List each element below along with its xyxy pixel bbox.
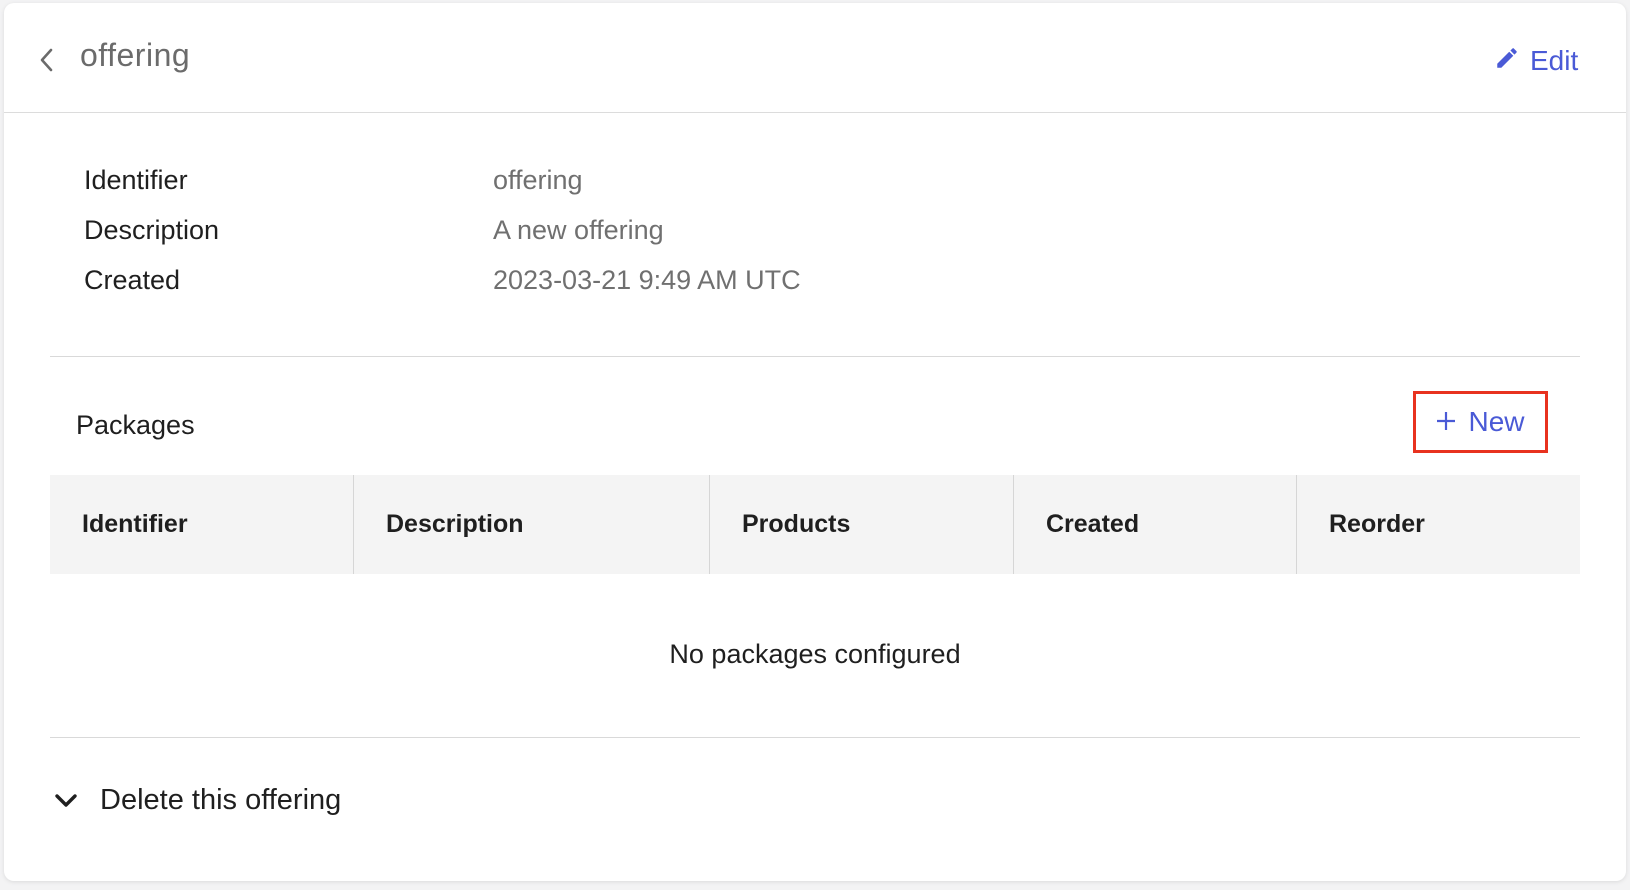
- delete-offering-label: Delete this offering: [100, 783, 342, 816]
- edit-label: Edit: [1530, 45, 1579, 76]
- column-header-description[interactable]: Description: [353, 475, 709, 574]
- column-header-products[interactable]: Products: [709, 475, 1013, 574]
- new-label: New: [1468, 406, 1525, 437]
- packages-table-header: Identifier Description Products Created …: [50, 475, 1580, 574]
- packages-title: Packages: [76, 410, 195, 440]
- new-package-button[interactable]: New: [1413, 391, 1548, 453]
- detail-value: A new offering: [493, 215, 664, 245]
- page-title: offering: [80, 37, 191, 73]
- packages-empty-state: No packages configured: [669, 638, 961, 669]
- edit-button[interactable]: Edit: [1494, 41, 1578, 81]
- section-divider: [50, 737, 1580, 738]
- plus-icon: [1436, 406, 1456, 438]
- pencil-icon: [1494, 45, 1520, 78]
- offering-detail-card: offering Edit Identifier offering Descri…: [4, 3, 1626, 881]
- back-button[interactable]: [32, 43, 62, 81]
- detail-value: 2023-03-21 9:49 AM UTC: [493, 265, 801, 295]
- chevron-down-icon: [54, 784, 78, 817]
- page-header: offering Edit: [4, 3, 1626, 113]
- detail-label: Identifier: [84, 165, 188, 195]
- detail-label: Created: [84, 265, 181, 295]
- delete-offering-toggle[interactable]: Delete this offering: [54, 778, 341, 822]
- column-header-identifier[interactable]: Identifier: [50, 475, 353, 574]
- column-header-created[interactable]: Created: [1013, 475, 1296, 574]
- column-header-reorder[interactable]: Reorder: [1296, 475, 1580, 574]
- chevron-left-icon: [39, 47, 55, 78]
- detail-label: Description: [84, 215, 220, 245]
- section-divider: [50, 356, 1580, 357]
- detail-value: offering: [493, 165, 583, 195]
